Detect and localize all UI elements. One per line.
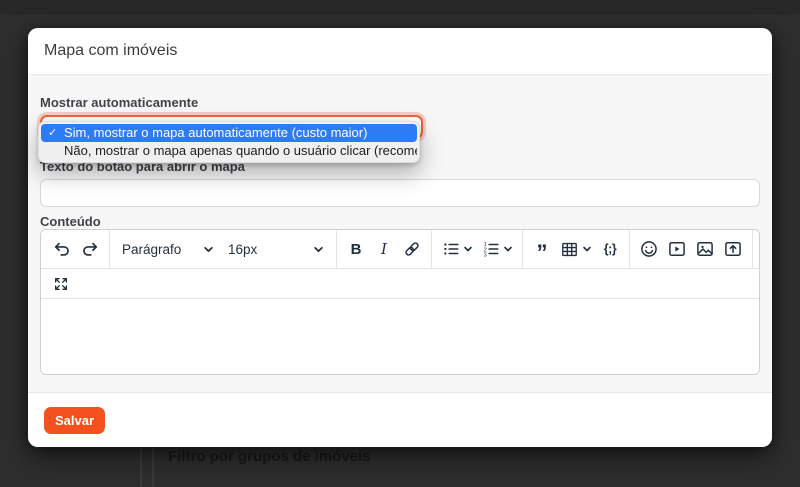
image-button[interactable] bbox=[692, 236, 718, 262]
format-group: Parágrafo 16px bbox=[110, 230, 337, 268]
screen: Filtro por grupos de imóveis Mapa com im… bbox=[0, 0, 800, 487]
fullscreen-button[interactable] bbox=[49, 272, 73, 296]
italic-icon: I bbox=[381, 240, 387, 258]
bold-icon: B bbox=[351, 241, 362, 258]
clear-formatting-button[interactable]: Tx bbox=[759, 236, 760, 262]
chevron-down-icon bbox=[463, 244, 473, 254]
chevron-down-icon bbox=[313, 244, 324, 255]
editor-toolbar: Parágrafo 16px B I bbox=[41, 230, 759, 269]
bullet-list-button[interactable] bbox=[438, 236, 476, 262]
checkmark-icon: ✓ bbox=[48, 124, 57, 142]
table-icon bbox=[560, 240, 579, 259]
bullet-list-icon bbox=[442, 240, 460, 258]
select-dropdown-menu: ✓ Sim, mostrar o mapa automaticamente (c… bbox=[38, 121, 420, 163]
save-button[interactable]: Salvar bbox=[44, 407, 105, 434]
redo-button[interactable] bbox=[77, 236, 103, 262]
text-style-group: B I bbox=[337, 230, 432, 268]
history-group bbox=[43, 230, 110, 268]
chevron-down-icon bbox=[503, 244, 513, 254]
dropdown-option-nao[interactable]: Não, mostrar o mapa apenas quando o usuá… bbox=[41, 142, 417, 160]
bold-button[interactable]: B bbox=[343, 236, 369, 262]
font-size-dropdown[interactable]: 16px bbox=[222, 236, 330, 262]
chevron-down-icon bbox=[203, 244, 214, 255]
emoji-icon bbox=[639, 239, 659, 259]
italic-button[interactable]: I bbox=[371, 236, 397, 262]
fullscreen-icon bbox=[53, 276, 69, 292]
link-icon bbox=[402, 239, 422, 259]
numbered-list-button[interactable]: 123 bbox=[478, 236, 516, 262]
background-top-bar bbox=[0, 0, 800, 14]
numbered-list-icon: 123 bbox=[482, 240, 500, 258]
modal-header: Mapa com imóveis bbox=[28, 28, 772, 75]
modal-title: Mapa com imóveis bbox=[44, 42, 177, 60]
map-settings-modal: Mapa com imóveis Mostrar automaticamente… bbox=[28, 28, 772, 447]
rich-text-editor: Parágrafo 16px B I bbox=[40, 229, 760, 375]
dropdown-option-sim[interactable]: ✓ Sim, mostrar o mapa automaticamente (c… bbox=[41, 124, 417, 142]
clear-format-group: Tx bbox=[753, 230, 760, 268]
media-button[interactable] bbox=[664, 236, 690, 262]
code-sample-icon: {;} bbox=[604, 242, 616, 256]
undo-icon bbox=[52, 239, 72, 259]
editor-content-area[interactable] bbox=[41, 299, 759, 375]
upload-image-button[interactable] bbox=[720, 236, 746, 262]
chevron-down-icon bbox=[582, 244, 592, 254]
dropdown-option-label: Não, mostrar o mapa apenas quando o usuá… bbox=[64, 143, 417, 158]
content-label: Conteúdo bbox=[40, 215, 760, 229]
modal-footer: Salvar bbox=[28, 392, 772, 447]
dropdown-option-label: Sim, mostrar o mapa automaticamente (cus… bbox=[64, 125, 367, 140]
code-sample-button[interactable]: {;} bbox=[597, 236, 623, 262]
block-group: ” {;} bbox=[523, 230, 630, 268]
list-group: 123 bbox=[432, 230, 523, 268]
emoji-button[interactable] bbox=[636, 236, 662, 262]
redo-icon bbox=[80, 239, 100, 259]
link-button[interactable] bbox=[399, 236, 425, 262]
paragraph-style-dropdown[interactable]: Parágrafo bbox=[116, 236, 220, 262]
blockquote-button[interactable]: ” bbox=[529, 236, 555, 262]
svg-text:3: 3 bbox=[483, 253, 486, 258]
table-button[interactable] bbox=[557, 236, 595, 262]
media-icon bbox=[667, 239, 687, 259]
editor-toolbar-row2 bbox=[41, 269, 759, 299]
media-group bbox=[630, 230, 753, 268]
map-button-text-input[interactable] bbox=[40, 179, 760, 207]
undo-button[interactable] bbox=[49, 236, 75, 262]
background-divider bbox=[152, 447, 154, 487]
upload-icon bbox=[723, 239, 743, 259]
show-auto-label: Mostrar automaticamente bbox=[40, 95, 760, 111]
paragraph-style-label: Parágrafo bbox=[122, 242, 181, 257]
background-section-title: Filtro por grupos de imóveis bbox=[168, 448, 371, 465]
blockquote-icon: ” bbox=[537, 248, 548, 258]
image-icon bbox=[695, 239, 715, 259]
font-size-label: 16px bbox=[228, 242, 257, 257]
background-divider bbox=[140, 447, 142, 487]
